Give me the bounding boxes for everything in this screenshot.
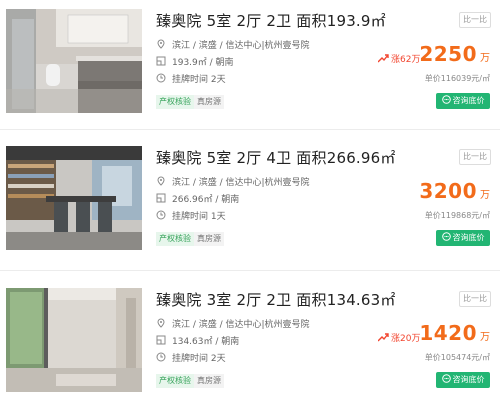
- floorplan-icon: [156, 193, 166, 203]
- compare-button[interactable]: 比一比: [459, 291, 491, 307]
- total-price: 1420 万: [419, 321, 490, 345]
- tag-verified: 产权核验: [156, 95, 194, 109]
- price-trend: 涨20万: [378, 331, 420, 344]
- map-pin-icon: [157, 39, 165, 49]
- unit-price: 单价119868元/㎡: [424, 211, 490, 220]
- listing-card[interactable]: 臻奥院 3室 2厅 2卫 面积134.63㎡ 滨江 / 滨盛 / 信达中心|杭州…: [0, 279, 500, 399]
- clock-icon: [156, 352, 166, 362]
- listing-list: 臻奥院 5室 2厅 2卫 面积193.9㎡ 滨江 / 滨盛 / 信达中心|杭州壹…: [0, 0, 500, 400]
- listing-time: 挂牌时间 2天: [156, 352, 226, 364]
- unit-price: 单价105474元/㎡: [424, 353, 490, 362]
- listing-card[interactable]: 臻奥院 5室 2厅 4卫 面积266.96㎡ 滨江 / 滨盛 / 信达中心|杭州…: [0, 137, 500, 257]
- trend-up-icon: [378, 54, 389, 63]
- listing-location: 滨江 / 滨盛 / 信达中心|杭州壹号院: [156, 176, 310, 188]
- unit-price: 单价116039元/㎡: [424, 74, 490, 83]
- listing-spec: 134.63㎡ / 朝南: [156, 335, 239, 347]
- ask-price-button[interactable]: 咨询底价: [436, 372, 490, 388]
- chat-bubble-icon: [441, 232, 451, 241]
- listing-title[interactable]: 臻奥院 5室 2厅 2卫 面积193.9㎡: [156, 10, 386, 31]
- tag-real-listing: 真房源: [194, 95, 224, 109]
- divider: [0, 270, 500, 271]
- clock-icon: [156, 210, 166, 220]
- tag-verified: 产权核验: [156, 232, 194, 246]
- listing-card[interactable]: 臻奥院 5室 2厅 2卫 面积193.9㎡ 滨江 / 滨盛 / 信达中心|杭州壹…: [0, 0, 500, 120]
- clock-icon: [156, 73, 166, 83]
- chat-bubble-icon: [441, 374, 451, 383]
- listing-photo[interactable]: [6, 146, 142, 250]
- listing-location: 滨江 / 滨盛 / 信达中心|杭州壹号院: [156, 39, 310, 51]
- compare-button[interactable]: 比一比: [459, 12, 491, 28]
- price-trend: 涨62万: [378, 52, 420, 65]
- floorplan-icon: [156, 56, 166, 66]
- total-price: 3200 万: [419, 179, 490, 203]
- tag-real-listing: 真房源: [194, 374, 224, 388]
- listing-photo[interactable]: [6, 288, 142, 392]
- listing-spec: 266.96㎡ / 朝南: [156, 193, 239, 205]
- tag-verified: 产权核验: [156, 374, 194, 388]
- listing-time: 挂牌时间 1天: [156, 210, 226, 222]
- floorplan-icon: [156, 335, 166, 345]
- listing-title[interactable]: 臻奥院 5室 2厅 4卫 面积266.96㎡: [156, 147, 396, 168]
- ask-price-button[interactable]: 咨询底价: [436, 230, 490, 246]
- listing-spec: 193.9㎡ / 朝南: [156, 56, 234, 68]
- divider: [0, 129, 500, 130]
- tag-real-listing: 真房源: [194, 232, 224, 246]
- listing-location: 滨江 / 滨盛 / 信达中心|杭州壹号院: [156, 318, 310, 330]
- listing-title[interactable]: 臻奥院 3室 2厅 2卫 面积134.63㎡: [156, 289, 396, 310]
- map-pin-icon: [157, 176, 165, 186]
- compare-button[interactable]: 比一比: [459, 149, 491, 165]
- chat-bubble-icon: [441, 95, 451, 104]
- listing-photo[interactable]: [6, 9, 142, 113]
- total-price: 2250 万: [419, 42, 490, 66]
- map-pin-icon: [157, 318, 165, 328]
- trend-up-icon: [378, 333, 389, 342]
- listing-time: 挂牌时间 2天: [156, 73, 226, 85]
- ask-price-button[interactable]: 咨询底价: [436, 93, 490, 109]
